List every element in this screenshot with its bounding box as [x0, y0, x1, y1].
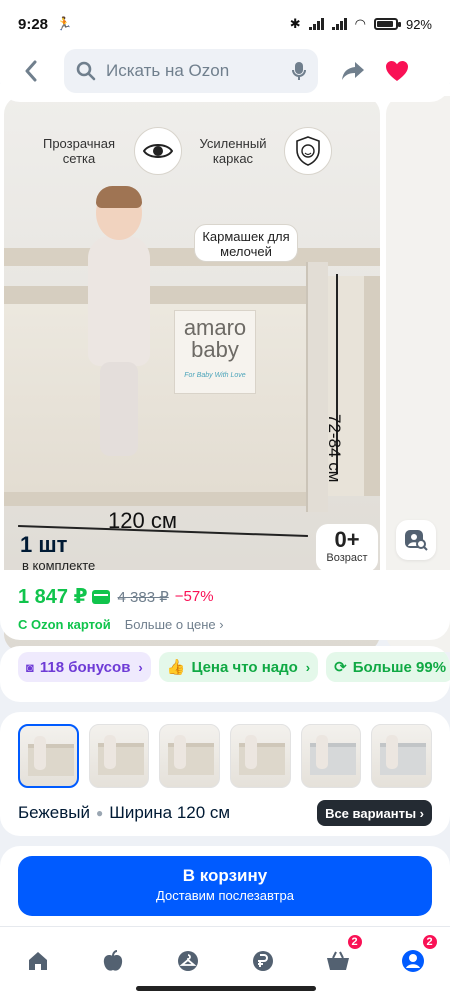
similar-search-button[interactable]: [396, 520, 436, 560]
eye-icon: [134, 127, 182, 175]
bonus-chip[interactable]: ◙ 118 бонусов ›: [18, 652, 151, 682]
hanger-icon: [177, 951, 198, 971]
variant-thumb[interactable]: [88, 724, 150, 788]
bluetooth-icon: ✱: [289, 16, 301, 31]
top-bar: Искать на Ozon: [0, 40, 450, 102]
variant-width: Ширина 120 см: [109, 803, 231, 822]
variant-thumb[interactable]: [159, 724, 221, 788]
pocket-label: Кармашек для мелочей: [194, 224, 298, 262]
bonus-chip-label: 118 бонусов: [39, 658, 131, 676]
cart-count-badge: 2: [345, 933, 364, 951]
brand-tagline: For Baby With Love: [184, 372, 246, 379]
favorite-button[interactable]: [382, 56, 412, 86]
chevron-left-icon: [25, 60, 37, 82]
status-icons: ✱ ◠ 92%: [290, 16, 432, 32]
good-price-chip-label: Цена что надо: [191, 658, 298, 676]
variant-color: Бежевый: [18, 803, 90, 822]
feature-mesh-label: Прозрачная сетка: [42, 136, 115, 166]
basket-icon: [326, 951, 349, 970]
variant-thumbnails: [18, 724, 433, 788]
better-than-chip-label: Больше 99%: [352, 658, 447, 676]
age-value: 0+: [334, 527, 360, 552]
better-than-chip[interactable]: ⟳ Больше 99%: [326, 652, 450, 682]
all-variants-button[interactable]: Все варианты ›: [317, 800, 432, 826]
feature-frame-label: Усиленный каркас: [199, 136, 267, 166]
back-button[interactable]: [14, 54, 48, 88]
add-to-cart-button[interactable]: В корзину Доставим послезавтра: [18, 856, 432, 916]
battery-percent: 92%: [405, 16, 432, 32]
thumbs-up-icon: 👍: [166, 659, 186, 676]
chevron-right-icon: ›: [138, 659, 143, 675]
ozon-card-label: С Ozon картой: [18, 617, 111, 632]
apple-icon: [103, 950, 122, 971]
signal-icon-2: [331, 18, 347, 30]
width-dimension-label: 120 см: [108, 508, 177, 533]
signal-icon: [308, 18, 324, 30]
variants-card: Бежевый ● Ширина 120 см Все варианты ›: [0, 712, 450, 836]
chevron-right-icon: ›: [305, 659, 311, 675]
variant-thumb[interactable]: [230, 724, 291, 788]
product-gallery[interactable]: Прозрачная сетка Усиленный каркас Кармаш…: [0, 84, 450, 652]
nav-profile[interactable]: 2: [393, 933, 439, 981]
features-banner: Прозрачная сетка Усиленный каркас: [34, 116, 354, 186]
nav-cart[interactable]: 2: [318, 933, 364, 981]
battery-icon: [373, 18, 401, 30]
search-icon: [76, 61, 96, 81]
search-placeholder: Искать на Ozon: [106, 61, 230, 80]
refresh-icon: ⟳: [334, 659, 347, 676]
price-discount: −57%: [174, 588, 214, 605]
nav-fresh[interactable]: [93, 941, 133, 981]
add-to-cart-label: В корзину: [182, 866, 268, 885]
price-current: 1 847 ₽: [18, 586, 88, 608]
nav-home[interactable]: [18, 941, 58, 981]
height-dimension: 72-84 см: [314, 274, 380, 482]
variant-thumb[interactable]: [300, 724, 362, 788]
nav-catalog[interactable]: [168, 941, 208, 981]
more-about-price-link[interactable]: Больше о цене ›: [125, 617, 224, 632]
cart-card: В корзину Доставим послезавтра: [0, 846, 450, 926]
age-badge: 0+ Возраст: [316, 524, 378, 572]
good-price-chip[interactable]: 👍 Цена что надо ›: [158, 652, 319, 682]
brand-logo: amaro baby For Baby With Love: [174, 310, 256, 394]
child-figure: [84, 186, 154, 456]
search-input[interactable]: Искать на Ozon: [64, 49, 318, 93]
ozon-card-icon: [91, 589, 110, 604]
home-indicator: [136, 986, 316, 991]
price-old: 4 383 ₽: [117, 588, 169, 606]
microphone-icon[interactable]: [292, 61, 306, 81]
variant-thumb[interactable]: [371, 724, 433, 788]
ruble-icon: [252, 951, 273, 971]
nav-ozon-bank[interactable]: [243, 941, 283, 981]
bonus-icon: ◙: [26, 659, 34, 675]
age-label: Возраст: [326, 552, 368, 564]
heart-icon: [386, 61, 408, 81]
home-icon: [28, 952, 47, 970]
price-card: 1 847 ₽ 4 383 ₽ −57% С Ozon картой Больш…: [0, 570, 450, 640]
baby-shield-icon: [284, 127, 332, 175]
crib-fabric: [4, 286, 324, 506]
delivery-label: Доставим послезавтра: [156, 888, 294, 903]
next-photo-preview[interactable]: [386, 96, 450, 652]
height-dimension-label: 72-84 см: [325, 414, 344, 483]
share-button[interactable]: [338, 56, 368, 86]
profile-icon: [401, 950, 424, 972]
brand-line-2: baby: [191, 337, 239, 362]
separator-dot: ●: [96, 806, 104, 820]
activity-icon: 🏃: [56, 16, 73, 31]
product-photo[interactable]: Прозрачная сетка Усиленный каркас Кармаш…: [4, 96, 380, 652]
variant-thumb[interactable]: [18, 724, 79, 788]
profile-badge: 2: [420, 933, 439, 951]
status-time: 9:28: [18, 15, 49, 33]
share-icon: [342, 62, 364, 80]
wifi-icon: ◠: [354, 16, 366, 31]
image-search-icon: [405, 530, 428, 551]
quantity-label: 1 шт: [20, 532, 68, 557]
benefit-chips: ◙ 118 бонусов › 👍 Цена что надо › ⟳ Боль…: [0, 646, 450, 702]
